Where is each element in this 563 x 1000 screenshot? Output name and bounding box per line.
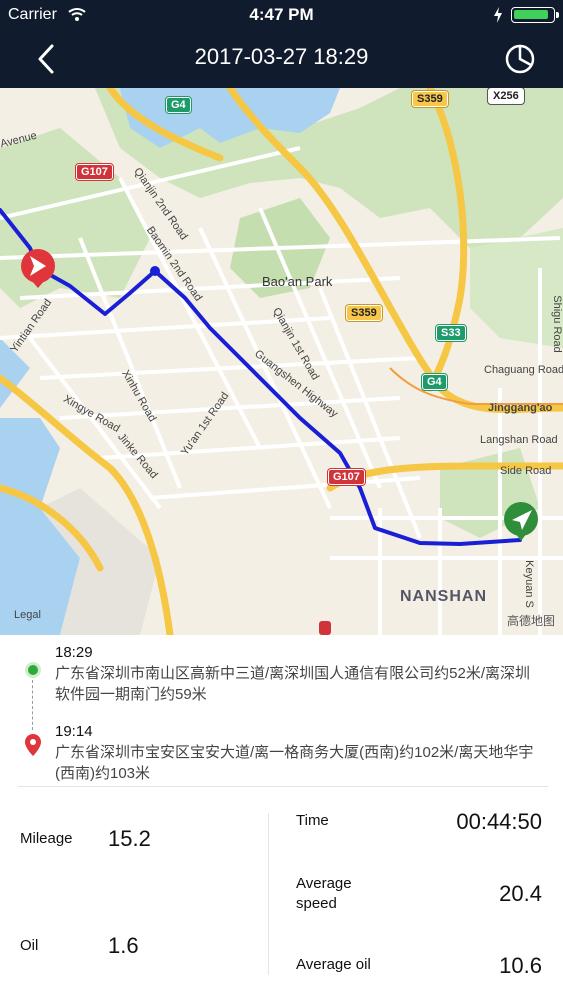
start-time: 18:29 (55, 644, 93, 661)
highway-shield-g4: G4 (165, 96, 192, 114)
average-oil-label: Average oil (296, 956, 371, 973)
oil-value: 1.6 (108, 933, 139, 958)
end-location-pin-icon (25, 734, 41, 756)
trip-stats-panel: Mileage 15.2 Oil 1.6 Time 00:44:50 Avera… (0, 787, 563, 1000)
highway-shield-s359-mid: S359 (345, 304, 383, 322)
time-value: 00:44:50 (456, 809, 542, 834)
status-time: 4:47 PM (249, 5, 314, 24)
start-dot-icon (25, 662, 41, 678)
road-label: Chaguang Road (484, 364, 563, 376)
end-address-block: 19:14 广东省深圳市宝安区宝安大道/离一格商务大厦(西南)约102米/离天地… (55, 723, 545, 784)
map-provider-logo: 高德地图 (506, 614, 555, 628)
average-speed-value: 20.4 (499, 881, 542, 906)
place-label: Bao'an Park (262, 274, 333, 289)
end-time: 19:14 (55, 723, 93, 740)
start-address-block: 18:29 广东省深圳市南山区高新中三道/离深圳国人通信有限公司约52米/离深圳… (55, 644, 545, 705)
start-marker-icon[interactable] (504, 502, 538, 541)
average-oil-value: 10.6 (499, 953, 542, 978)
charging-icon (494, 7, 502, 23)
nav-bar: 2017-03-27 18:29 (0, 30, 563, 88)
trip-addresses: 18:29 广东省深圳市南山区高新中三道/离深圳国人通信有限公司约52米/离深圳… (0, 635, 563, 785)
highway-shield-x256: X256 (487, 88, 525, 105)
road-label: Shigu Road (550, 295, 563, 353)
road-label: Jinggang'ao (488, 402, 553, 414)
oil-label: Oil (20, 937, 39, 954)
mileage-label: Mileage (20, 830, 73, 847)
mileage-value: 15.2 (108, 826, 151, 851)
highway-shield-g107-mid: G107 (327, 468, 366, 486)
road-label: Side Road (500, 465, 552, 477)
status-bar: Carrier 4:47 PM (0, 0, 563, 30)
start-address: 广东省深圳市南山区高新中三道/离深圳国人通信有限公司约52米/离深圳软件园一期南… (55, 665, 531, 703)
battery-icon (511, 7, 559, 23)
column-divider (268, 813, 269, 975)
timeline-connector (32, 680, 33, 730)
highway-shield-s33: S33 (435, 324, 467, 342)
highway-shield-g107: G107 (75, 163, 114, 181)
route-map[interactable]: G4 G107 S359 X256 S359 S33 G4 G107 Avenu… (0, 88, 563, 635)
road-label: Keyuan S (522, 560, 535, 608)
page-title: 2017-03-27 18:29 (194, 44, 369, 69)
map-legal-link[interactable]: Legal (14, 609, 41, 621)
end-address: 广东省深圳市宝安区宝安大道/离一格商务大厦(西南)约102米/离天地华宇(西南)… (55, 744, 534, 782)
pie-chart-icon[interactable] (503, 42, 537, 76)
time-label: Time (296, 812, 329, 829)
highway-shield-g4-right: G4 (421, 373, 448, 391)
road-label: Langshan Road (480, 434, 558, 446)
top-bar: Carrier 4:47 PM 2017-03-27 18:29 (0, 0, 563, 88)
average-speed-label: Average speed (296, 875, 352, 912)
highway-shield-s359: S359 (411, 90, 449, 108)
district-label: NANSHAN (400, 588, 487, 605)
